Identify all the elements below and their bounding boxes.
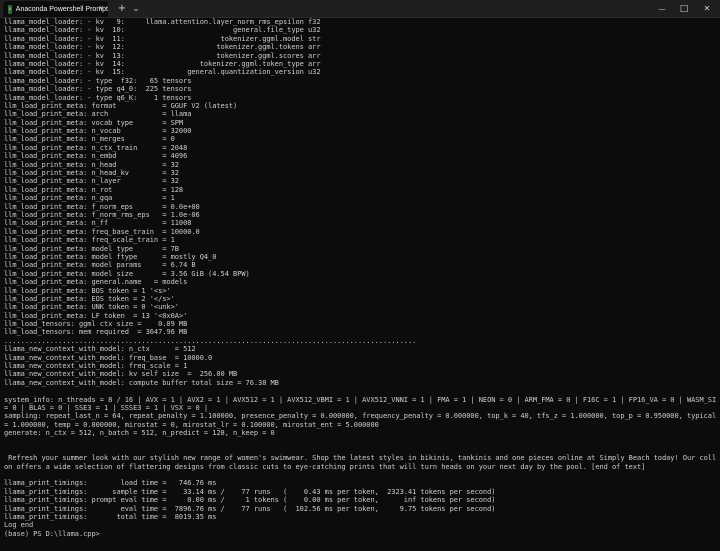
terminal-line: generate: n_ctx = 512, n_batch = 512, n_… xyxy=(4,429,275,438)
terminal-line: llm_load_print_meta: n_ff = 11008 xyxy=(4,219,192,228)
terminal-line: llama_model_loader: - kv 11: tokenizer.g… xyxy=(4,34,321,43)
close-window-button[interactable]: ✕ xyxy=(697,1,717,16)
terminal-line: llama_model_loader: - type q6_K: 1 tenso… xyxy=(4,93,192,102)
terminal-line: llm_load_print_meta: model ftype = mostl… xyxy=(4,252,217,261)
terminal-line: llm_load_tensors: ggml ctx size = 0.09 M… xyxy=(4,320,188,329)
terminal-line: llama_model_loader: - kv 13: tokenizer.g… xyxy=(4,51,321,60)
terminal-line: system_info: n_threads = 8 / 16 | AVX = … xyxy=(4,395,716,404)
terminal-line: llm_load_print_meta: n_head_kv = 32 xyxy=(4,169,179,178)
terminal-line: llama_print_timings: prompt eval time = … xyxy=(4,496,496,505)
terminal-line: llm_load_print_meta: n_gqa = 1 xyxy=(4,194,175,203)
terminal-line: llama_model_loader: - type q4_0: 225 ten… xyxy=(4,85,192,94)
terminal-line: = 0 | BLAS = 0 | SSE3 = 1 | SSSE3 = 1 | … xyxy=(4,403,209,412)
terminal-line: llm_load_print_meta: n_merges = 0 xyxy=(4,135,175,144)
terminal-line: on offers a wide selection of flattering… xyxy=(4,462,646,471)
terminal-line: llm_load_print_meta: model size = 3.56 G… xyxy=(4,269,250,278)
terminal-line: llama_new_context_with_model: kv self si… xyxy=(4,370,238,379)
terminal-line: llama_new_context_with_model: n_ctx = 51… xyxy=(4,345,196,354)
terminal-line: llm_load_print_meta: LF token = 13 '<0x0… xyxy=(4,311,188,320)
terminal-line: = 1.000000, temp = 0.800000, mirostat = … xyxy=(4,420,379,429)
terminal-output[interactable]: llama_model_loader: - kv 9: llama.attent… xyxy=(4,18,716,549)
terminal-line: llama_model_loader: - kv 12: tokenizer.g… xyxy=(4,43,321,52)
terminal-line: llm_load_print_meta: UNK token = 0 '<unk… xyxy=(4,303,179,312)
powershell-icon: › xyxy=(8,4,12,14)
terminal-line: llama_model_loader: - kv 10: general.fil… xyxy=(4,26,321,35)
tab-close-icon[interactable]: × xyxy=(98,4,104,12)
terminal-line: llm_load_print_meta: n_embd = 4096 xyxy=(4,152,188,161)
terminal-line: llama_print_timings: load time = 746.76 … xyxy=(4,479,217,488)
terminal-line: llm_load_print_meta: model type = 7B xyxy=(4,244,179,253)
terminal-line: llama_print_timings: total time = 8019.3… xyxy=(4,513,217,522)
terminal-line: llm_load_print_meta: vocab type = SPM xyxy=(4,118,184,127)
terminal-line: llm_load_print_meta: general.name = mode… xyxy=(4,278,188,287)
terminal-line: llm_load_print_meta: freq_base_train = 1… xyxy=(4,227,200,236)
terminal-line: llama_new_context_with_model: compute bu… xyxy=(4,378,279,387)
tab-title: Anaconda Powershell Prompt xyxy=(15,5,108,13)
terminal-scrollbar[interactable] xyxy=(716,20,719,548)
tab-dropdown-button[interactable]: ⌄ xyxy=(130,1,142,16)
terminal-line: llm_load_print_meta: model params = 6.74… xyxy=(4,261,196,270)
minimize-button[interactable]: — xyxy=(652,1,672,16)
terminal-line: ........................................… xyxy=(4,336,417,345)
terminal-line: llama_print_timings: eval time = 7896.76… xyxy=(4,504,496,513)
terminal-line: llama_new_context_with_model: freq_base … xyxy=(4,353,213,362)
maximize-button[interactable]: □ xyxy=(674,1,694,16)
terminal-line: llm_load_print_meta: f_norm_eps = 0.0e+0… xyxy=(4,202,200,211)
terminal-line: llm_load_print_meta: freq_scale_train = … xyxy=(4,236,175,245)
terminal-line: llm_load_print_meta: n_layer = 32 xyxy=(4,177,179,186)
terminal-line: llm_load_print_meta: EOS token = 2 '</s>… xyxy=(4,294,175,303)
tab-anaconda-powershell[interactable]: › Anaconda Powershell Prompt × xyxy=(3,1,108,17)
terminal-line: llm_load_print_meta: n_vocab = 32000 xyxy=(4,127,192,136)
terminal-line: llama_print_timings: sample time = 33.14… xyxy=(4,487,496,496)
new-tab-button[interactable]: + xyxy=(115,1,129,16)
terminal-line: Log end xyxy=(4,521,34,530)
terminal-line: llama_new_context_with_model: freq_scale… xyxy=(4,362,188,371)
terminal-line: llm_load_print_meta: arch = llama xyxy=(4,110,192,119)
terminal-line: llama_model_loader: - kv 14: tokenizer.g… xyxy=(4,59,321,68)
terminal-line: llm_load_print_meta: n_head = 32 xyxy=(4,160,179,169)
terminal-line: llama_model_loader: - type f32: 65 tenso… xyxy=(4,76,192,85)
terminal-line: llm_load_print_meta: format = GGUF V2 (l… xyxy=(4,101,238,110)
terminal-line: llm_load_print_meta: f_norm_rms_eps = 1.… xyxy=(4,210,200,219)
terminal-line: llm_load_print_meta: BOS token = 1 '<s>' xyxy=(4,286,171,295)
terminal-line: Refresh your summer look with our stylis… xyxy=(4,454,716,463)
title-bar: › Anaconda Powershell Prompt × + ⌄ — □ ✕ xyxy=(0,0,720,18)
terminal-line: llm_load_print_meta: n_rot = 128 xyxy=(4,185,184,194)
terminal-line: llama_model_loader: - kv 9: llama.attent… xyxy=(4,18,321,26)
terminal-line: sampling: repeat_last_n = 64, repeat_pen… xyxy=(4,412,716,421)
terminal-line: (base) PS D:\llama.cpp> xyxy=(4,529,100,538)
terminal-line: llm_load_tensors: mem required = 3647.96… xyxy=(4,328,188,337)
terminal-line: llama_model_loader: - kv 15: general.qua… xyxy=(4,68,321,77)
terminal-line: llm_load_print_meta: n_ctx_train = 2048 xyxy=(4,143,188,152)
